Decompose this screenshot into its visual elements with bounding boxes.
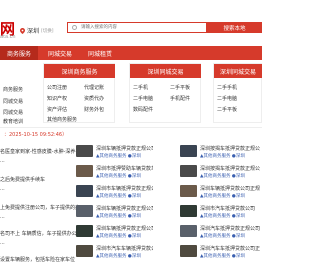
main-nav: 商务服务 同城交易 同城租赁: [0, 46, 262, 60]
search-button[interactable]: 搜索本地: [207, 22, 262, 33]
category-panel-trade-2: 深圳同城交易 二手手机 二手电脑 二手平板: [213, 63, 262, 123]
section-divider: [0, 127, 262, 128]
category-panel-business: 深圳商务服务 公司注册 代理记账 知识产权 资质代办 资产评估 财务外包 其他商…: [43, 63, 115, 123]
listing-thumbnail[interactable]: [180, 245, 197, 257]
listing-thumbnail[interactable]: [180, 185, 197, 197]
listing-title[interactable]: 深圳按揭车抵押贷款正规公司 车辆抵押贷款公司: [200, 165, 260, 172]
city-switch-link[interactable]: [切换]: [41, 28, 54, 34]
sidebar-item-trade[interactable]: 同城交易: [3, 98, 23, 105]
category-sidebar: 商务服务 同城交易 同城交易 教育培训: [0, 60, 38, 125]
category-link[interactable]: 手机配件: [170, 95, 190, 102]
listing-title[interactable]: 深圳市汽车抵押贷款公司: [200, 205, 260, 212]
listing-title[interactable]: 深圳车辆抵押贷款正规公司 车辆抵押贷款不看: [96, 225, 153, 232]
category-link[interactable]: 资质代办: [84, 95, 104, 102]
listing-title[interactable]: 深圳车辆抵押贷款公司正规车辆: [200, 185, 260, 192]
category-link[interactable]: 代理记账: [84, 84, 104, 91]
listing-title[interactable]: 深圳车辆抵押贷款正规公司 车辆抵押贷款公司: [96, 205, 153, 212]
category-link[interactable]: 资产评估: [47, 106, 67, 113]
category-link[interactable]: 二手电脑: [133, 95, 153, 102]
nav-tab-trade[interactable]: 同城交易: [48, 49, 72, 58]
listing-thumbnail[interactable]: [180, 165, 197, 177]
listing-thumbnail[interactable]: [76, 245, 93, 257]
listing-thumbnail[interactable]: [76, 185, 93, 197]
listing-thumbnail[interactable]: [180, 205, 197, 217]
listing-thumbnail[interactable]: [76, 165, 93, 177]
listing-thumbnail[interactable]: [76, 145, 93, 157]
listing-meta: ▲其他商务服务 ●深圳: [200, 174, 245, 179]
nav-tab-rental[interactable]: 同城租赁: [88, 49, 112, 58]
listing-title[interactable]: 深圳汽车抵押贷款正规公司抵押车辆: [200, 225, 260, 232]
list-item[interactable]: ...: [0, 240, 5, 246]
category-link[interactable]: 数码配件: [133, 106, 153, 113]
listing-meta: ▲其他商务服务 ●深圳: [200, 154, 245, 159]
sidebar-item-business[interactable]: 商务服务: [3, 86, 23, 93]
category-panel-title[interactable]: 深圳商务服务: [44, 64, 115, 78]
nav-tab-business[interactable]: 商务服务: [0, 46, 38, 60]
listing-thumbnail[interactable]: [180, 225, 197, 237]
category-panel-title[interactable]: 深圳同城交易: [214, 64, 262, 78]
listing-meta: ▲其他商务服务 ●深圳: [200, 214, 245, 219]
search-box: [67, 22, 207, 33]
listing-thumbnail[interactable]: [180, 145, 197, 157]
category-link[interactable]: 其他商务服务: [47, 116, 77, 123]
list-item[interactable]: 上免费提供注册公司，车子提供的办公: [0, 204, 85, 211]
listing-title[interactable]: 深圳汽车车抵押贷款公司正规: [200, 245, 260, 252]
listing-meta: ▲其他商务服务 ●深圳: [200, 194, 245, 199]
listing-title[interactable]: 深圳市汽车车辆抵押贷款公司 全部不看 车辆: [96, 245, 153, 252]
category-link[interactable]: 二手电脑: [217, 95, 237, 102]
listing-title[interactable]: 深圳市抵押赞助车辆贷款车车可以 公司有专门: [96, 165, 153, 172]
listing-thumbnail[interactable]: [76, 225, 93, 237]
search-icon: [72, 25, 77, 30]
category-link[interactable]: 公司注册: [47, 84, 67, 91]
category-link[interactable]: 知识产权: [47, 95, 67, 102]
category-link[interactable]: 二手机: [133, 84, 148, 91]
sidebar-item-trade-2[interactable]: 同城交易: [3, 109, 23, 116]
category-link[interactable]: 二手手机: [217, 84, 237, 91]
sidebar-item-education[interactable]: 教育培训: [3, 118, 23, 125]
list-item[interactable]: ...: [0, 158, 5, 164]
list-item[interactable]: 之后免费提供手续车: [0, 176, 45, 183]
listing-thumbnail[interactable]: [76, 205, 93, 217]
listing-meta: ▲其他商务服务 ●深圳: [96, 174, 141, 179]
site-logo-subtitle: ata.cn: [0, 34, 16, 40]
category-link[interactable]: 财务外包: [84, 106, 104, 113]
update-timestamp: ：2025-10-15 09:52:46）: [4, 132, 68, 138]
city-selector[interactable]: 深圳 [切换]: [20, 26, 54, 35]
list-item[interactable]: ...: [0, 186, 5, 192]
listing-meta: ▲其他商务服务 ●深圳: [96, 234, 141, 239]
listing-meta: ▲其他商务服务 ●深圳: [200, 234, 245, 239]
listing-meta: ▲其他商务服务 ●深圳: [200, 254, 245, 259]
listing-title[interactable]: 深圳按揭车抵押贷款正规公司: [200, 145, 260, 152]
location-pin-icon: [20, 27, 25, 34]
listing-title[interactable]: 深圳市车辆抵押贷款正规公司抵押车辆贷款: [96, 185, 153, 192]
listing-meta: ▲其他商务服务 ●深圳: [96, 214, 141, 219]
list-item[interactable]: ...: [0, 214, 5, 220]
list-item[interactable]: 设置车辆服务，包括车险在家车位: [0, 256, 75, 263]
listing-meta: ▲其他商务服务 ●深圳: [96, 254, 141, 259]
list-item[interactable]: 名医皇家到家-性感皮膜-水肿-深养-瘦身: [0, 148, 87, 155]
listing-title[interactable]: 深圳车辆抵押贷款正规公司 车辆抵押贷款不看: [96, 145, 153, 152]
list-item[interactable]: 名司不上 车辆质信，车子提供办公: [0, 230, 77, 237]
listing-meta: ▲其他商务服务 ●深圳: [96, 194, 141, 199]
category-panel-title[interactable]: 深圳同城交易: [130, 64, 201, 78]
category-panel-trade: 深圳同城交易 二手机 二手平板 二手电脑 手机配件 数码配件: [129, 63, 201, 123]
category-link[interactable]: 二手平板: [170, 84, 190, 91]
listing-meta: ▲其他商务服务 ●深圳: [96, 154, 141, 159]
city-name: 深圳: [27, 28, 40, 35]
category-link[interactable]: 二手平板: [217, 106, 237, 113]
search-input[interactable]: [81, 23, 201, 32]
